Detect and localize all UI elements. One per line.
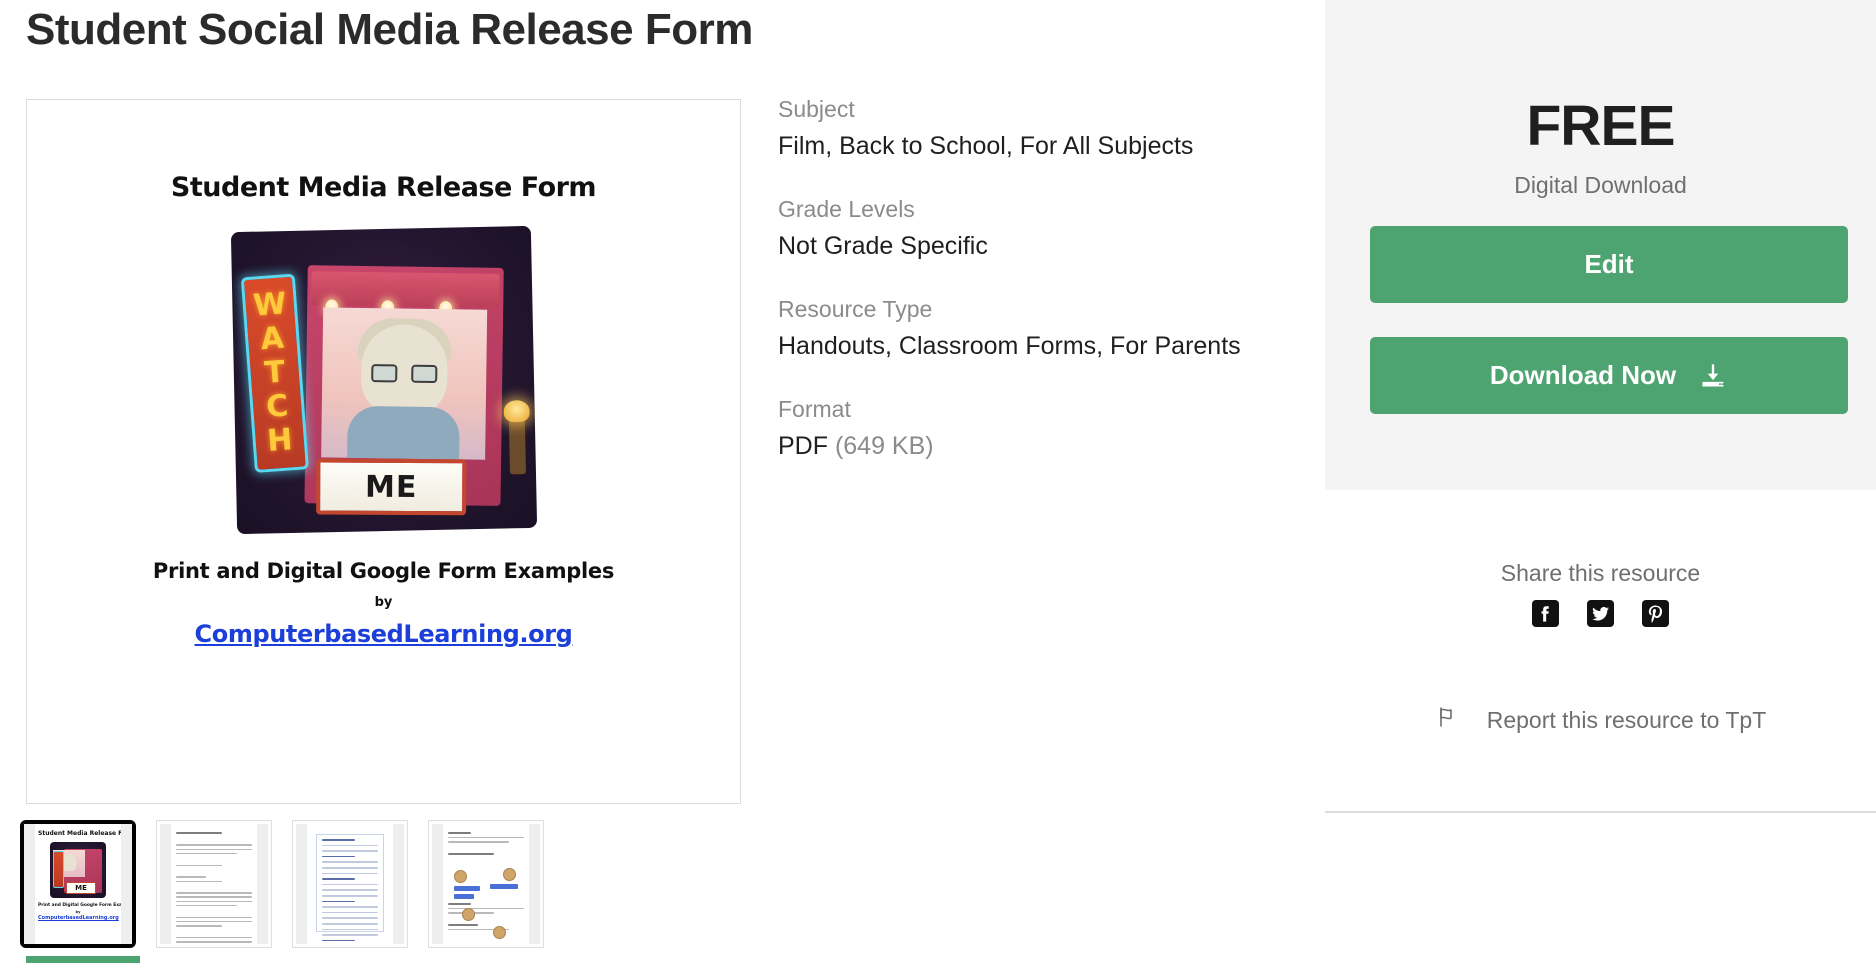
report-resource-link[interactable]: Report this resource to TpT: [1325, 705, 1876, 735]
thumbnail-avatar-icon: [503, 868, 516, 881]
marquee-me-sign: ME: [315, 458, 466, 516]
thumbnail-1-cover[interactable]: Student Media Release Form ME Print and …: [20, 820, 136, 948]
report-resource-label: Report this resource to TpT: [1486, 706, 1767, 733]
resource-metadata: Subject Film, Back to School, For All Su…: [778, 94, 1248, 494]
edit-button[interactable]: Edit: [1370, 226, 1848, 303]
marquee-watch-sign: W A T C H: [240, 273, 309, 473]
meta-format-value: PDF (649 KB): [778, 426, 1248, 466]
flag-icon: [1435, 705, 1461, 735]
thumbnail-avatar-icon: [493, 926, 506, 939]
marquee-me-text: ME: [364, 469, 418, 505]
thumbnail-4-instructions[interactable]: [428, 820, 544, 948]
marquee-artwork: W A T C H ME: [230, 225, 537, 535]
thumbnail-marquee-art: ME: [50, 842, 106, 898]
price-card: FREE Digital Download Edit Download Now: [1325, 0, 1876, 490]
meta-subject: Subject Film, Back to School, For All Su…: [778, 94, 1248, 166]
thumbnail-text-lines: [176, 832, 252, 944]
meta-grade-levels: Grade Levels Not Grade Specific: [778, 194, 1248, 266]
thumbnail-avatar-icon: [462, 908, 475, 921]
meta-subject-value: Film, Back to School, For All Subjects: [778, 132, 1194, 160]
purchase-sidebar: FREE Digital Download Edit Download Now …: [1325, 0, 1876, 970]
preview-image: Student Media Release Form W A T C H ME …: [27, 100, 740, 803]
meta-format-label: Format: [778, 396, 851, 422]
format-type: PDF: [778, 432, 828, 460]
edit-button-label: Edit: [1584, 249, 1634, 279]
share-title: Share this resource: [1500, 560, 1701, 586]
preview-image-frame[interactable]: Student Media Release Form W A T C H ME …: [26, 99, 741, 804]
page-title: Student Social Media Release Form: [26, 5, 753, 54]
thumbnail-cover-link: ComputerbasedLearning.org: [38, 915, 119, 921]
preview-cover-link: ComputerbasedLearning.org: [194, 620, 573, 648]
sidebar-divider: [1325, 811, 1876, 813]
twitter-icon[interactable]: [1587, 600, 1614, 627]
avatar-body: [346, 405, 460, 460]
meta-grade-levels-value: Not Grade Specific: [778, 232, 988, 260]
download-now-button[interactable]: Download Now: [1370, 337, 1848, 414]
marquee-letter: T: [262, 354, 286, 391]
thumbnail-form-box: [316, 834, 384, 942]
thumbnail-selected-indicator: [26, 956, 140, 963]
thumbnail-2-document[interactable]: [156, 820, 272, 948]
thumbnail-cover-title: Student Media Release Form: [38, 830, 132, 837]
thumbnail-me-sign: ME: [66, 882, 96, 894]
preview-cover-title: Student Media Release Form: [170, 172, 597, 203]
meta-format: Format PDF (649 KB): [778, 394, 1248, 466]
preview-cover-subtitle: Print and Digital Google Form Examples: [152, 559, 615, 583]
format-size: (649 KB): [834, 432, 934, 460]
meta-grade-levels-label: Grade Levels: [778, 196, 915, 222]
facebook-icon[interactable]: [1532, 600, 1559, 627]
download-icon: [1698, 362, 1728, 390]
meta-resource-type-label: Resource Type: [778, 296, 933, 322]
street-lamp-icon: [508, 416, 526, 475]
share-icons: [1325, 600, 1876, 627]
resource-detail-page: Student Social Media Release Form Studen…: [0, 0, 1876, 970]
pinterest-icon[interactable]: [1642, 600, 1669, 627]
marquee-letter: C: [264, 388, 290, 425]
download-button-label: Download Now: [1489, 360, 1677, 390]
meta-resource-type-value: Handouts, Classroom Forms, For Parents: [778, 332, 1241, 360]
meta-resource-type: Resource Type Handouts, Classroom Forms,…: [778, 294, 1248, 366]
marquee-letter: W: [251, 286, 288, 324]
thumbnail-avatar-icon: [454, 870, 467, 883]
preview-cover-by: by: [374, 595, 393, 610]
meta-subject-label: Subject: [778, 96, 855, 122]
marquee-letter: A: [258, 320, 285, 358]
marquee-poster: [320, 307, 487, 460]
thumbnail-strip: Student Media Release Form ME Print and …: [20, 820, 544, 963]
thumbnail-cover-art: Student Media Release Form ME Print and …: [38, 830, 132, 938]
avatar-glasses-icon: [370, 364, 437, 384]
thumbnail-3-google-form[interactable]: [292, 820, 408, 948]
marquee-letter: H: [265, 422, 294, 459]
price-subtitle: Digital Download: [1514, 172, 1687, 198]
price-amount: FREE: [1526, 94, 1675, 158]
